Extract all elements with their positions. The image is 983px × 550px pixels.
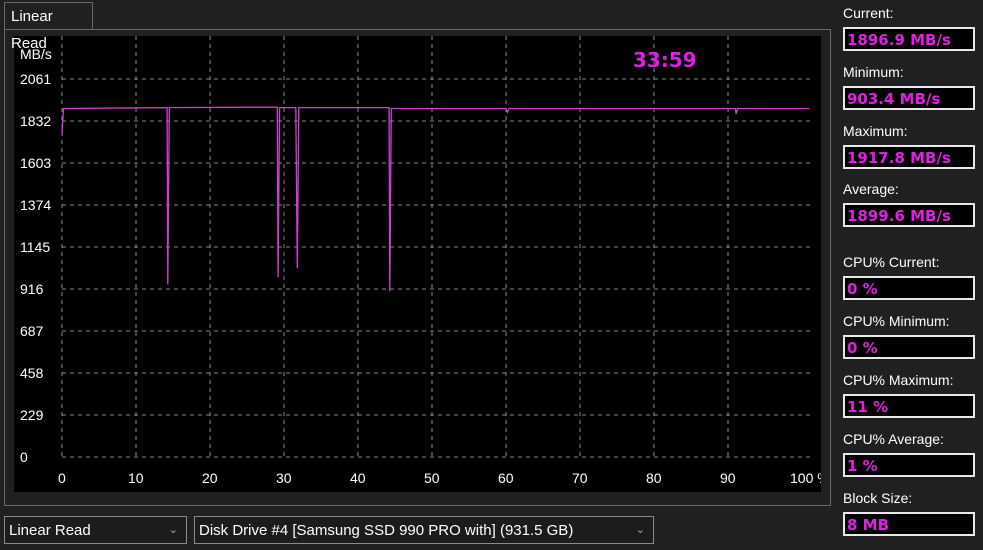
y-tick-label: 687 [20,323,44,339]
x-tick-label: 0 [58,470,66,486]
chevron-down-icon: ⌄ [635,524,645,536]
x-tick-label: 60 [498,470,514,486]
stat-value: 903.4 MB/s [843,86,975,110]
stat-value: 1899.6 MB/s [843,203,975,227]
stat-label: CPU% Minimum: [843,313,950,329]
x-tick-label: 70 [572,470,588,486]
stat-cpu-maximum: CPU% Maximum: 11 % [843,372,975,418]
chevron-down-icon: ⌄ [168,524,178,536]
mode-select-value: Linear Read [9,522,91,539]
stat-label: Average: [843,181,899,197]
y-tick-label: 1832 [20,113,51,129]
stat-cpu-minimum: CPU% Minimum: 0 % [843,313,975,359]
y-tick-label: 916 [20,281,44,297]
chart-area: MB/s206118321603137411459166874582290010… [14,36,821,492]
y-tick-label: 2061 [20,71,51,87]
speed-series-line [61,106,810,292]
stat-cpu-average: CPU% Average: 1 % [843,431,975,477]
mode-select[interactable]: Linear Read ⌄ [4,516,187,544]
stat-block-size: Block Size: 8 MB [843,490,975,536]
stat-label: Maximum: [843,123,908,139]
stat-label: Current: [843,5,894,21]
stat-label: Block Size: [843,490,913,506]
stat-value: 0 % [843,335,975,359]
elapsed-timer: 33:59 [633,48,697,72]
x-tick-label: 90 [720,470,736,486]
stat-value: 8 MB [843,512,975,536]
stat-value: 11 % [843,394,975,418]
stat-current: Current: 1896.9 MB/s [843,5,975,51]
stat-cpu-current: CPU% Current: 0 % [843,254,975,300]
stat-minimum: Minimum: 903.4 MB/s [843,64,975,110]
x-tick-label: 30 [276,470,292,486]
x-tick-label: 20 [202,470,218,486]
speed-chart: MB/s206118321603137411459166874582290010… [20,36,821,486]
stat-value: 1896.9 MB/s [843,27,975,51]
drive-select[interactable]: Disk Drive #4 [Samsung SSD 990 PRO with]… [194,516,654,544]
y-tick-label: 1145 [20,239,50,255]
stat-average: Average: 1899.6 MB/s [843,181,975,227]
stat-maximum: Maximum: 1917.8 MB/s [843,123,975,169]
x-tick-label: 40 [350,470,366,486]
stat-value: 1917.8 MB/s [843,145,975,169]
y-tick-label: 1374 [20,197,51,213]
y-tick-label: 229 [20,407,44,423]
stat-label: CPU% Current: [843,254,940,270]
x-tick-label: 80 [646,470,662,486]
stat-label: Minimum: [843,64,904,80]
stat-label: CPU% Average: [843,431,944,447]
x-tick-label: 100 % [790,470,821,486]
stat-label: CPU% Maximum: [843,372,954,388]
y-tick-label: 1603 [20,155,51,171]
x-tick-label: 50 [424,470,440,486]
x-tick-label: 10 [128,470,144,486]
tab-linear-read[interactable]: Linear Read [4,2,93,52]
y-tick-label: 458 [20,365,44,381]
stat-value: 1 % [843,453,975,477]
drive-select-value: Disk Drive #4 [Samsung SSD 990 PRO with]… [199,522,574,539]
y-tick-label: 0 [20,449,28,465]
stat-value: 0 % [843,276,975,300]
